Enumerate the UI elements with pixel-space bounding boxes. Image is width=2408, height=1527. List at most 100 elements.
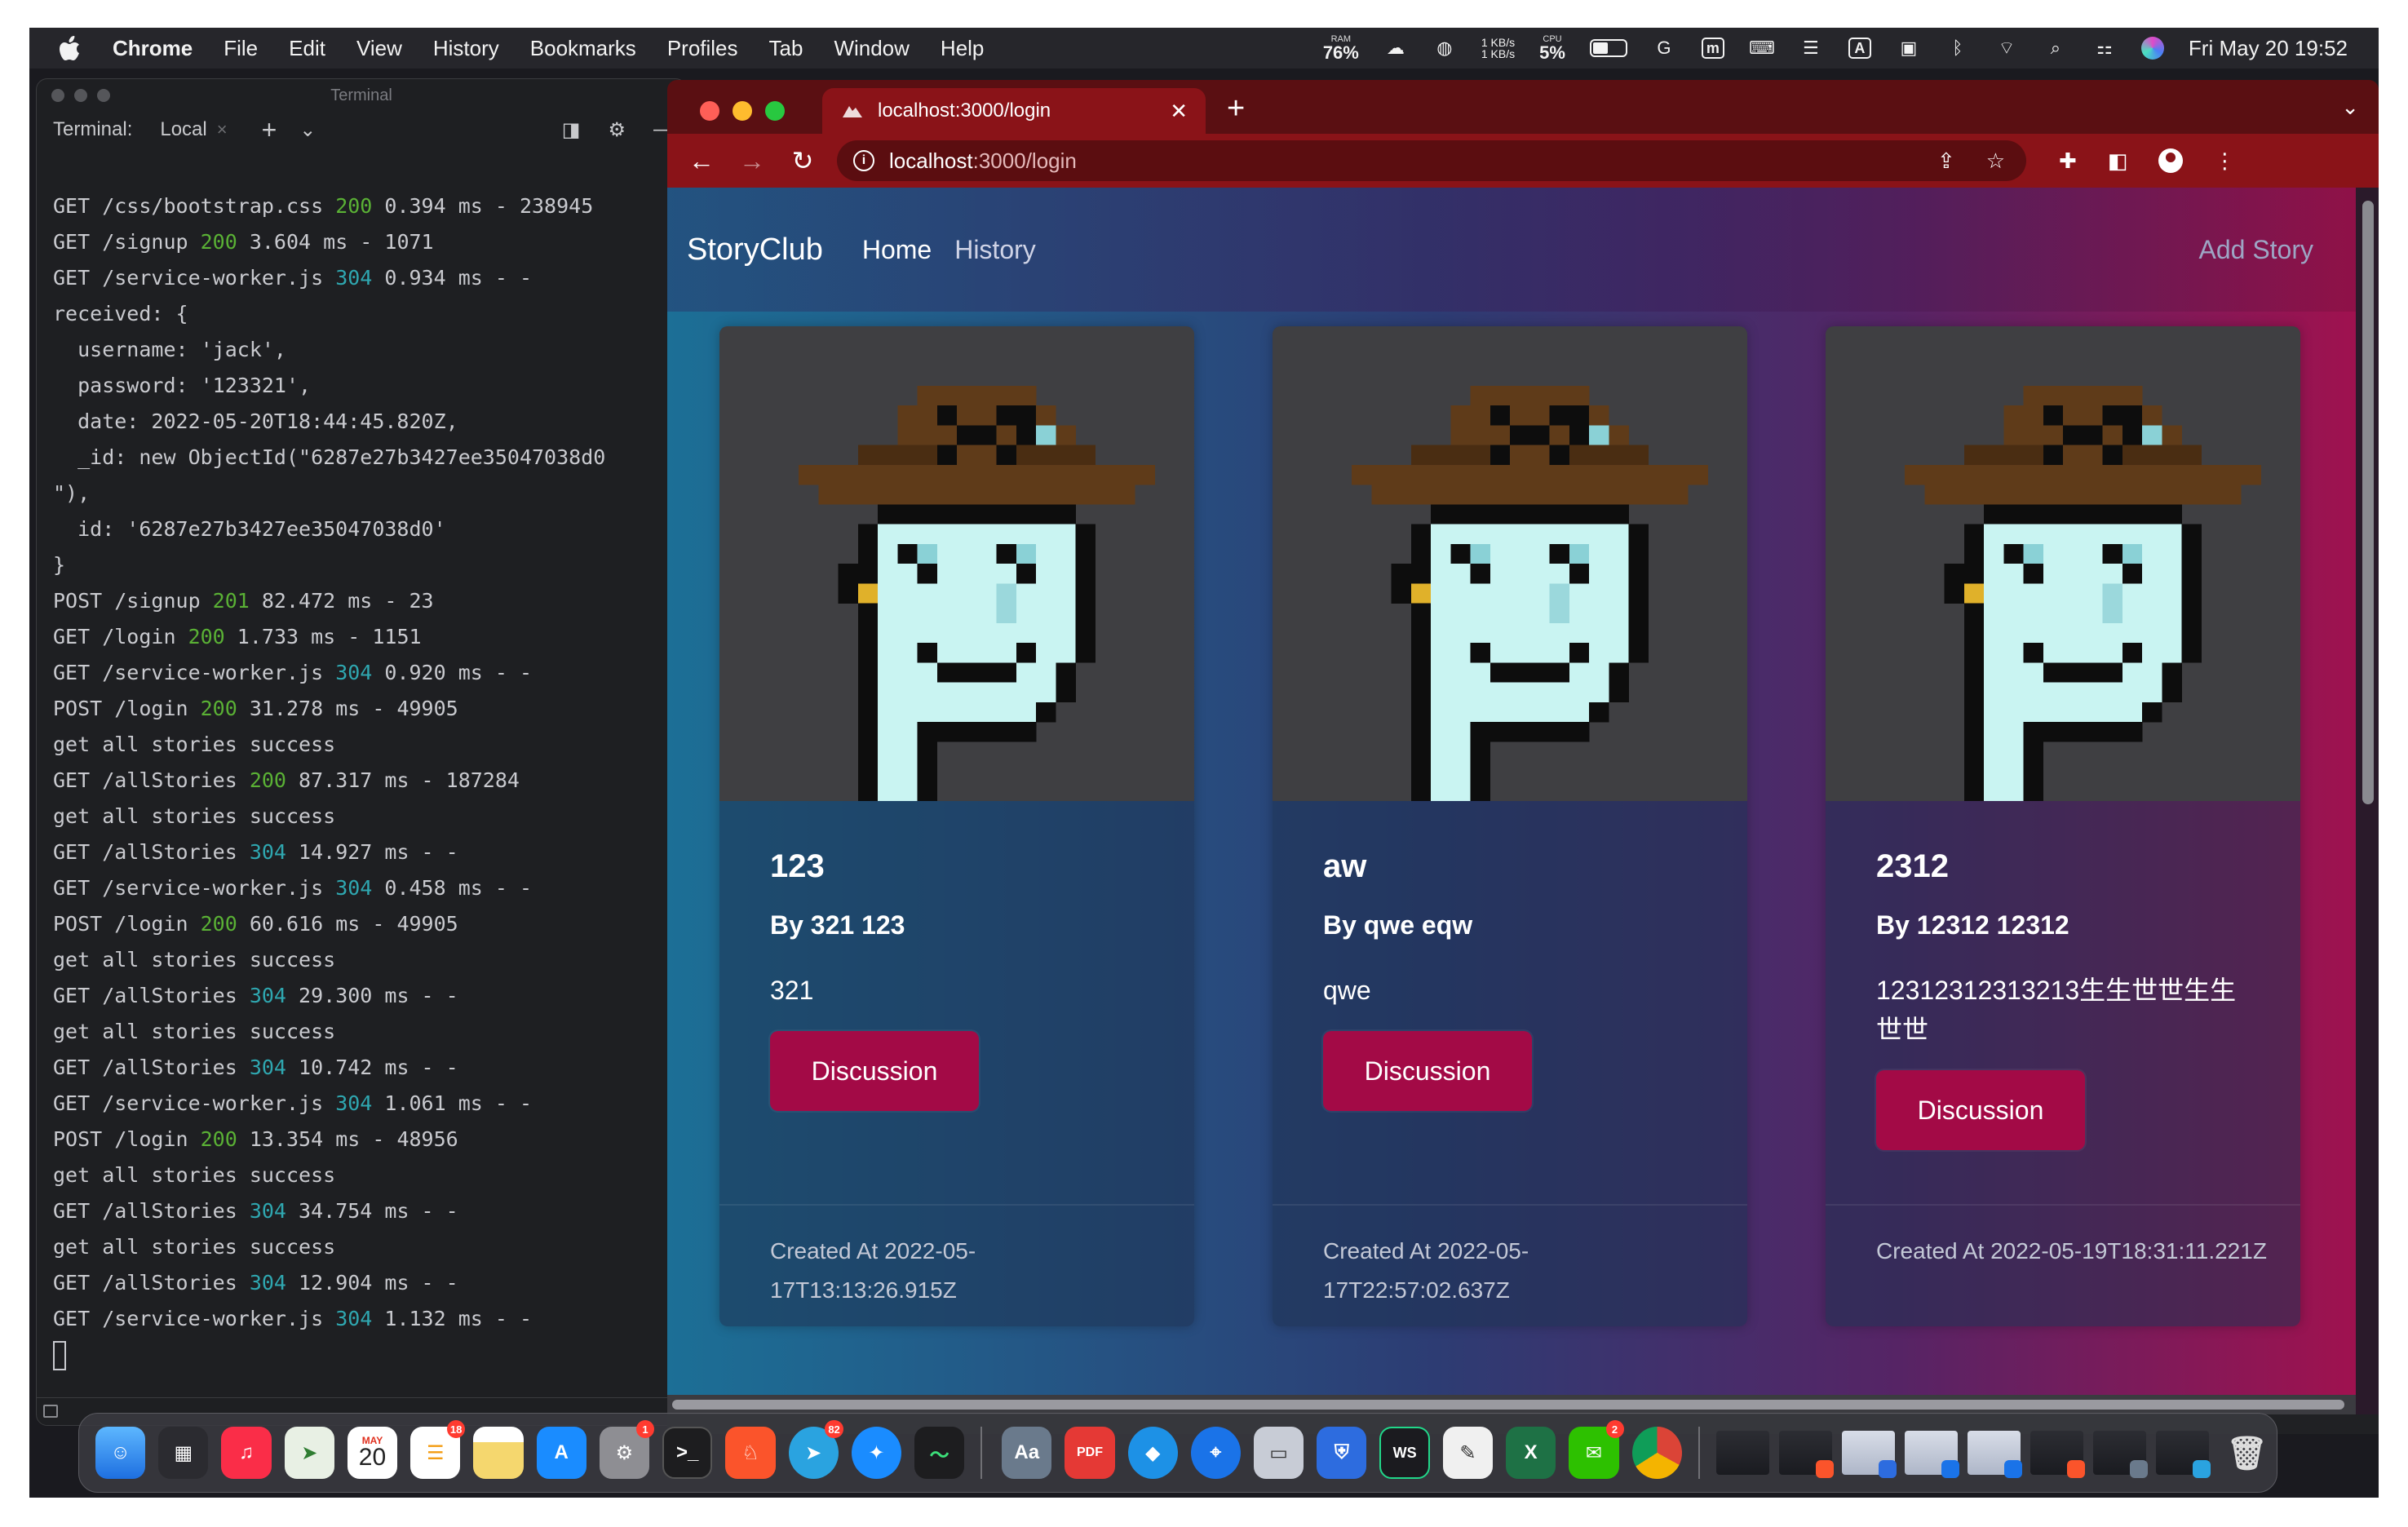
minimized-window-thumbnail[interactable]: [1904, 1431, 1959, 1478]
page-horizontal-scrollbar[interactable]: [667, 1395, 2356, 1414]
notes-icon[interactable]: [473, 1427, 524, 1479]
nav-link-home[interactable]: Home: [862, 235, 932, 265]
gear-icon[interactable]: ⚙: [608, 118, 626, 142]
scrollbar-thumb[interactable]: [2362, 201, 2374, 804]
chevron-down-icon[interactable]: ⌄: [299, 118, 316, 142]
reload-icon[interactable]: ↻: [786, 145, 819, 176]
minimized-window-thumbnail[interactable]: [1967, 1431, 2022, 1478]
music-icon[interactable]: ♫: [221, 1427, 272, 1479]
menu-edit[interactable]: Edit: [289, 36, 325, 61]
app-store-icon[interactable]: A: [536, 1427, 587, 1479]
more-menu-icon[interactable]: ⋮: [2214, 148, 2235, 174]
brand-logo[interactable]: StoryClub: [687, 232, 823, 268]
menu-window[interactable]: Window: [834, 36, 909, 61]
panel-layout-icon[interactable]: [43, 1405, 58, 1418]
chrome-minimize-button[interactable]: [733, 101, 752, 121]
reminders-icon[interactable]: ☰ 18: [410, 1420, 466, 1479]
menu-tab[interactable]: Tab: [769, 36, 803, 61]
discussion-button[interactable]: Discussion: [770, 1031, 979, 1111]
menu-view[interactable]: View: [356, 36, 402, 61]
minimized-window-thumbnail[interactable]: [1841, 1431, 1897, 1478]
discussion-button[interactable]: Discussion: [1323, 1031, 1532, 1111]
launchpad-icon[interactable]: ▦: [158, 1427, 209, 1479]
menu-history[interactable]: History: [433, 36, 499, 61]
discussion-button[interactable]: Discussion: [1876, 1070, 2085, 1150]
chrome-tab-active[interactable]: localhost:3000/login ✕: [822, 88, 1206, 134]
battery-icon[interactable]: [1589, 39, 1627, 57]
extensions-puzzle-icon[interactable]: ✚: [2059, 148, 2077, 174]
system-settings-icon[interactable]: ⚙ 1: [599, 1420, 654, 1479]
keyboard-icon[interactable]: ⌨: [1749, 36, 1775, 60]
close-tab-icon[interactable]: ✕: [1170, 99, 1188, 124]
safari-icon[interactable]: ✦: [851, 1427, 902, 1479]
site-info-icon[interactable]: i: [853, 150, 874, 171]
menu-bookmarks[interactable]: Bookmarks: [530, 36, 636, 61]
back-arrow-icon[interactable]: ←: [685, 146, 718, 176]
text-editor-icon[interactable]: ✎: [1442, 1427, 1494, 1479]
siri-icon[interactable]: [2140, 37, 2164, 60]
minimized-window-thumbnail[interactable]: [2155, 1431, 2211, 1478]
pdf-reader-icon[interactable]: PDF: [1065, 1427, 1115, 1479]
menubar-clock[interactable]: Fri May 20 19:52: [2189, 36, 2348, 61]
maps-icon[interactable]: ➤: [284, 1427, 334, 1479]
activity-monitor-icon[interactable]: 〜: [914, 1427, 965, 1479]
share-icon[interactable]: ⇪: [1937, 148, 1955, 174]
terminal-prompt[interactable]: [53, 1337, 670, 1373]
menu-profiles[interactable]: Profiles: [667, 36, 738, 61]
minimized-window-thumbnail[interactable]: [2092, 1431, 2148, 1478]
trash-icon[interactable]: 🗑: [2222, 1427, 2272, 1479]
control-center-icon[interactable]: ⚏: [2092, 36, 2117, 60]
close-icon[interactable]: ×: [217, 119, 228, 140]
ram-monitor[interactable]: RAM 76%: [1323, 34, 1359, 62]
disk-utility-icon[interactable]: ▭: [1254, 1427, 1304, 1479]
chrome-fullscreen-button[interactable]: [765, 101, 785, 121]
chrome-close-button[interactable]: [700, 101, 719, 121]
menu-help[interactable]: Help: [941, 36, 984, 61]
network-monitor[interactable]: 1 KB/s 1 KB/s: [1481, 37, 1515, 60]
split-view-icon[interactable]: ◨: [562, 118, 581, 142]
profile-avatar-icon[interactable]: [2158, 148, 2184, 173]
vpn-globe-icon[interactable]: ◍: [1432, 36, 1457, 60]
cpu-monitor[interactable]: CPU 5%: [1539, 34, 1565, 62]
shield-app-icon[interactable]: ⛨: [1317, 1427, 1367, 1479]
chrome-app-icon[interactable]: [1631, 1427, 1682, 1479]
address-bar[interactable]: i localhost:3000/login ⇪ ☆: [837, 140, 2026, 181]
finder-icon[interactable]: ☺: [95, 1427, 146, 1479]
terminal-tab-local[interactable]: Local ×: [160, 118, 227, 141]
terminal-output[interactable]: GET /css/bootstrap.css 200 0.394 ms - 23…: [53, 188, 670, 1373]
menu-file[interactable]: File: [224, 36, 258, 61]
menu-app-name[interactable]: Chrome: [113, 36, 193, 61]
clipboard-manager-icon[interactable]: m: [1701, 36, 1725, 60]
bluetooth-icon[interactable]: ᛒ: [1945, 36, 1970, 60]
location-app-icon[interactable]: ⌖: [1190, 1427, 1242, 1479]
nav-link-history[interactable]: History: [954, 235, 1036, 265]
excel-icon[interactable]: X: [1506, 1427, 1556, 1479]
docker-icon[interactable]: ◆: [1127, 1427, 1178, 1479]
add-story-link[interactable]: Add Story: [2198, 235, 2313, 265]
brave-browser-icon[interactable]: ♘: [725, 1427, 776, 1479]
scrollbar-thumb[interactable]: [672, 1400, 2344, 1410]
forward-arrow-icon[interactable]: →: [736, 146, 768, 176]
wifi-icon[interactable]: ⌔: [1994, 36, 2019, 60]
spotlight-search-icon[interactable]: ⌕: [2043, 36, 2068, 60]
dictionary-icon[interactable]: Aa: [1002, 1427, 1052, 1479]
new-tab-icon[interactable]: +: [1227, 91, 1245, 126]
new-terminal-tab-icon[interactable]: +: [262, 115, 277, 145]
minimized-window-thumbnail[interactable]: [2030, 1431, 2085, 1478]
page-vertical-scrollbar[interactable]: [2356, 188, 2379, 1414]
minimized-window-thumbnail[interactable]: [1715, 1431, 1769, 1475]
grammarly-icon[interactable]: G: [1652, 36, 1676, 60]
image-app-icon[interactable]: ▣: [1897, 36, 1921, 60]
telegram-icon[interactable]: ➤ 82: [788, 1420, 843, 1479]
apple-menu-icon[interactable]: [54, 36, 86, 60]
webstorm-icon[interactable]: WS: [1379, 1427, 1430, 1479]
input-source-icon[interactable]: A: [1848, 36, 1872, 60]
minimized-window-thumbnail[interactable]: [1778, 1431, 1834, 1478]
wechat-icon[interactable]: ✉ 2: [1569, 1420, 1624, 1479]
terminal-app-icon[interactable]: >_: [662, 1427, 713, 1479]
side-panel-icon[interactable]: ◧: [2108, 148, 2128, 174]
bookmark-star-icon[interactable]: ☆: [1986, 148, 2005, 174]
notes-list-icon[interactable]: ☰: [1799, 36, 1823, 60]
tab-search-chevron-icon[interactable]: ⌄: [2341, 95, 2359, 120]
terminal-titlebar[interactable]: Terminal: [37, 79, 686, 112]
